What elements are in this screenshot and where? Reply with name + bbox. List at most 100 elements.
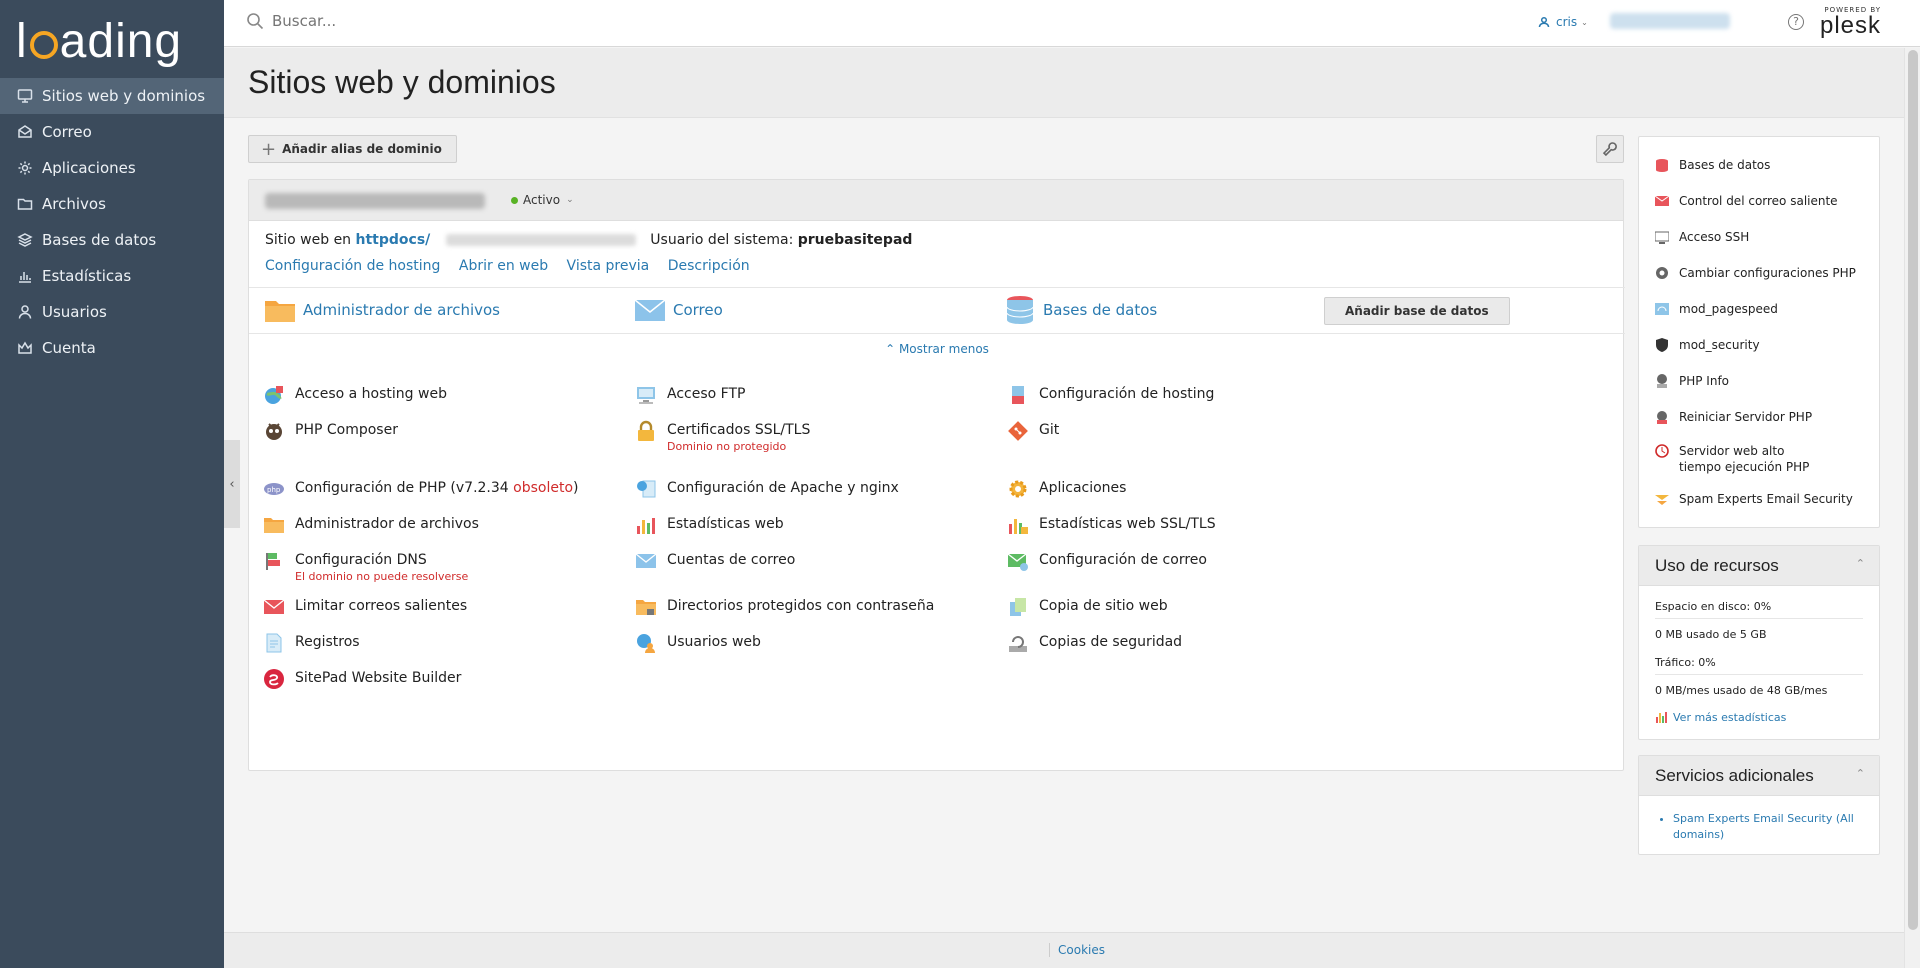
sidebar-item-mail[interactable]: Correo xyxy=(0,114,224,150)
chevron-up-icon[interactable]: ⌃ xyxy=(1856,557,1865,570)
traffic-usage-value: 0 MB/mes usado de 48 GB/mes xyxy=(1655,684,1828,697)
php-obsolete-label: obsoleto xyxy=(513,480,574,496)
help-icon[interactable]: ? xyxy=(1788,14,1804,30)
plesk-wordmark: plesk xyxy=(1820,12,1882,39)
brand-logo[interactable]: l ading xyxy=(0,0,224,78)
sidebar-item-files[interactable]: Archivos xyxy=(0,186,224,222)
sidebar-collapse-handle[interactable]: ‹ xyxy=(224,440,240,528)
list-item[interactable]: Spam Experts Email Security (All domains… xyxy=(1673,811,1868,843)
terminal-icon xyxy=(1655,231,1669,244)
additional-services-list: Spam Experts Email Security (All domains… xyxy=(1673,811,1868,843)
rlink-spam-experts[interactable]: Spam Experts Email Security xyxy=(1655,491,1853,507)
rlink-mod-security[interactable]: mod_security xyxy=(1655,337,1760,353)
site-info: Sitio web en httpdocs/ Usuario del siste… xyxy=(265,232,912,248)
tool-logs[interactable]: Registros xyxy=(263,632,360,654)
rlink-change-php-settings[interactable]: Cambiar configuraciones PHP xyxy=(1655,265,1856,281)
quick-mail[interactable]: Correo xyxy=(633,295,723,325)
tool-website-copy[interactable]: Copia de sitio web xyxy=(1007,596,1168,618)
rlink-databases[interactable]: Bases de datos xyxy=(1655,157,1770,173)
rlink-mod-pagespeed[interactable]: mod_pagespeed xyxy=(1655,301,1778,317)
sidebar-item-label: Cuenta xyxy=(42,339,96,357)
tool-dns-settings[interactable]: Configuración DNS El dominio no puede res… xyxy=(263,550,468,584)
chevron-up-icon[interactable]: ⌃ xyxy=(1856,767,1865,780)
cookies-link[interactable]: Cookies xyxy=(1049,943,1105,957)
add-domain-alias-label: Añadir alias de dominio xyxy=(282,142,442,156)
view-more-stats-link[interactable]: Ver más estadísticas xyxy=(1655,710,1786,724)
sidebar-item-databases[interactable]: Bases de datos xyxy=(0,222,224,258)
top-header: cris ⌄ ? POWERED BY plesk xyxy=(224,0,1920,47)
site-prefix: Sitio web en xyxy=(265,232,356,248)
plus-icon: + xyxy=(261,138,277,160)
quick-mail-label[interactable]: Correo xyxy=(673,301,723,319)
tool-file-manager[interactable]: Administrador de archivos xyxy=(263,514,479,536)
tool-apache-nginx[interactable]: Configuración de Apache y nginx xyxy=(635,478,899,500)
sidebar-item-users[interactable]: Usuarios xyxy=(0,294,224,330)
add-database-button[interactable]: Añadir base de datos xyxy=(1324,297,1510,325)
tool-protected-directories[interactable]: Directorios protegidos con contraseña xyxy=(635,596,934,618)
sidebar-item-websites[interactable]: Sitios web y dominios xyxy=(0,78,224,114)
scrollbar-thumb[interactable] xyxy=(1908,50,1918,930)
sidebar-item-applications[interactable]: Aplicaciones xyxy=(0,150,224,186)
tool-git[interactable]: Git xyxy=(1007,420,1059,442)
folder-icon xyxy=(265,301,295,322)
rlink-outgoing-mail-control[interactable]: Control del correo saliente xyxy=(1655,193,1838,209)
rlink-restart-php-server[interactable]: Reiniciar Servidor PHP xyxy=(1655,409,1812,425)
tool-php-settings[interactable]: php Configuración de PHP (v7.2.34 obsole… xyxy=(263,478,579,500)
tool-mail-settings[interactable]: Configuración de correo xyxy=(1007,550,1207,572)
show-less-toggle[interactable]: ⌃ Mostrar menos xyxy=(249,342,1625,356)
quick-databases-label[interactable]: Bases de datos xyxy=(1043,301,1157,319)
preview-link[interactable]: Vista previa xyxy=(567,258,650,274)
page-title-bar: Sitios web y dominios xyxy=(224,48,1904,118)
spam-experts-all-domains-link[interactable]: Spam Experts Email Security (All domains… xyxy=(1673,812,1854,841)
tool-applications[interactable]: Aplicaciones xyxy=(1007,478,1126,500)
tool-php-composer[interactable]: PHP Composer xyxy=(263,420,398,442)
tool-mail-accounts[interactable]: Cuentas de correo xyxy=(635,550,795,572)
status-dot-icon xyxy=(511,196,518,204)
rlink-long-php-execution[interactable]: Servidor web alto tiempo ejecución PHP xyxy=(1655,443,1830,475)
php-info-icon xyxy=(1657,374,1667,388)
search-input[interactable] xyxy=(272,12,672,30)
rlink-ssh-access[interactable]: Acceso SSH xyxy=(1655,229,1749,245)
gear-icon xyxy=(1009,480,1027,498)
domain-card: Activo ⌄ Sitio web en httpdocs/ Usuario … xyxy=(248,179,1625,771)
tool-ftp-access[interactable]: Acceso FTP xyxy=(635,384,745,406)
tool-web-hosting-access[interactable]: Acceso a hosting web xyxy=(263,384,447,406)
tool-web-statistics[interactable]: Estadísticas web xyxy=(635,514,784,536)
hosting-settings-icon xyxy=(1012,386,1024,404)
sidebar-item-account[interactable]: Cuenta xyxy=(0,330,224,366)
tool-sitepad[interactable]: SitePad Website Builder xyxy=(263,668,461,690)
docroot-link[interactable]: httpdocs/ xyxy=(356,232,431,248)
add-domain-alias-button[interactable]: + Añadir alias de dominio xyxy=(248,135,457,163)
restart-icon xyxy=(1657,411,1667,424)
tool-limit-outgoing-mail[interactable]: Limitar correos salientes xyxy=(263,596,467,618)
quick-databases[interactable]: Bases de datos xyxy=(1003,295,1157,325)
domain-name-redacted[interactable] xyxy=(265,193,485,209)
sidebar-item-label: Correo xyxy=(42,123,92,141)
additional-services-header[interactable]: Servicios adicionales ⌃ xyxy=(1639,756,1879,796)
sidebar-item-statistics[interactable]: Estadísticas xyxy=(0,258,224,294)
description-link[interactable]: Descripción xyxy=(668,258,750,274)
hosting-settings-link[interactable]: Configuración de hosting xyxy=(265,258,440,274)
page-scrollbar[interactable] xyxy=(1904,48,1920,968)
divider xyxy=(249,333,1625,334)
resource-usage-header[interactable]: Uso de recursos ⌃ xyxy=(1639,546,1879,586)
quick-file-manager[interactable]: Administrador de archivos xyxy=(263,295,500,325)
logo-text-a: l xyxy=(16,15,28,68)
open-in-web-link[interactable]: Abrir en web xyxy=(459,258,548,274)
bar-chart-icon xyxy=(16,267,34,285)
user-menu[interactable]: cris ⌄ xyxy=(1538,15,1588,29)
tool-ssl-certificates[interactable]: Certificados SSL/TLS Dominio no protegido xyxy=(635,420,810,454)
quick-file-manager-label[interactable]: Administrador de archivos xyxy=(303,301,500,319)
envelope-icon xyxy=(16,123,34,141)
ftp-monitor-icon xyxy=(637,387,655,404)
rlink-php-info[interactable]: PHP Info xyxy=(1655,373,1729,389)
tool-web-users[interactable]: Usuarios web xyxy=(635,632,761,654)
tool-hosting-settings[interactable]: Configuración de hosting xyxy=(1007,384,1214,406)
tool-backups[interactable]: Copias de seguridad xyxy=(1007,632,1182,654)
php-gear-icon xyxy=(1656,267,1668,279)
user-email-redacted[interactable] xyxy=(1610,13,1730,29)
settings-wrench-button[interactable] xyxy=(1596,135,1624,163)
tool-web-statistics-ssl[interactable]: Estadísticas web SSL/TLS xyxy=(1007,514,1216,536)
bar-chart-lock-icon xyxy=(1009,519,1028,534)
domain-status-dropdown[interactable]: Activo ⌄ xyxy=(511,193,574,207)
